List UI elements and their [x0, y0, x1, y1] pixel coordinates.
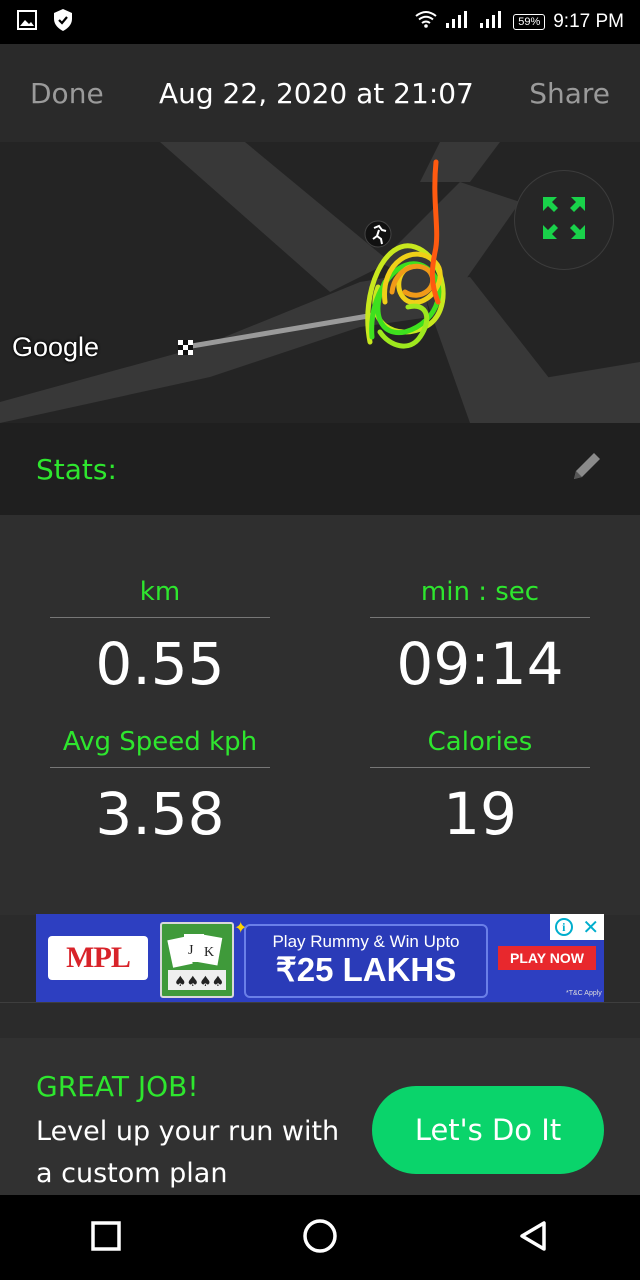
ad-line1: Play Rummy & Win Upto: [272, 932, 460, 951]
page-title: Aug 22, 2020 at 21:07: [158, 76, 474, 110]
ad-line2: ₹25 LAKHS: [275, 951, 457, 988]
wifi-icon: [415, 10, 437, 34]
ad-info-icon[interactable]: i: [554, 918, 573, 936]
home-button[interactable]: [302, 1218, 338, 1258]
avg-speed-value: 3.58: [95, 780, 225, 848]
promo-headline: GREAT JOB!: [36, 1070, 199, 1103]
svg-text:♠♠♠♠: ♠♠♠♠: [174, 974, 224, 990]
expand-icon: [541, 195, 587, 245]
avg-speed-stat: Avg Speed kph 3.58: [30, 727, 290, 848]
svg-text:J: J: [188, 943, 194, 958]
google-logo: Google: [12, 332, 100, 362]
ad-banner[interactable]: MPL J K ♠♠♠♠ ✦ Play Rummy & Win Upto ₹25…: [36, 914, 604, 1002]
stats-header: Stats:: [0, 423, 640, 515]
edit-pencil-icon[interactable]: [568, 449, 604, 489]
back-button[interactable]: [518, 1220, 550, 1256]
ad-choices-controls[interactable]: i ✕: [550, 914, 604, 940]
done-button[interactable]: Done: [30, 77, 104, 110]
share-button[interactable]: Share: [529, 77, 610, 110]
status-bar: 59% 9:17 PM: [0, 0, 640, 44]
distance-label: km: [50, 577, 270, 618]
expand-map-button[interactable]: [514, 170, 614, 270]
calories-label: Calories: [370, 727, 590, 768]
signal-icon: [445, 9, 471, 35]
ad-close-icon[interactable]: ✕: [582, 917, 599, 937]
calories-stat: Calories 19: [350, 727, 610, 848]
promo-card: GREAT JOB! Level up your run with a cust…: [0, 1038, 640, 1195]
avg-speed-label: Avg Speed kph: [50, 727, 270, 768]
lets-do-it-button[interactable]: Let's Do It: [372, 1086, 604, 1174]
distance-value: 0.55: [95, 630, 225, 698]
distance-stat: km 0.55: [30, 577, 290, 698]
time-label: min : sec: [370, 577, 590, 618]
svg-text:K: K: [204, 945, 214, 960]
cards-image: J K ♠♠♠♠: [160, 922, 234, 998]
stats-panel: km 0.55 min : sec 09:14 Avg Speed kph 3.…: [0, 515, 640, 915]
ad-terms: *T&C Apply: [566, 990, 602, 997]
top-bar: Done Aug 22, 2020 at 21:07 Share: [0, 44, 640, 142]
promo-body-line1: Level up your run with: [36, 1116, 340, 1147]
finish-flag-icon: [174, 336, 196, 358]
divider: [0, 1002, 640, 1003]
signal-icon: [479, 9, 505, 35]
promo-body-line2: a custom plan: [36, 1158, 228, 1189]
shield-icon: [52, 8, 74, 36]
runner-marker-icon: [364, 220, 392, 248]
clock: 9:17 PM: [553, 11, 624, 32]
ad-text-box: Play Rummy & Win Upto ₹25 LAKHS: [244, 924, 488, 998]
system-nav-bar: [0, 1195, 640, 1280]
battery-indicator: 59%: [513, 14, 546, 30]
time-stat: min : sec 09:14: [350, 577, 610, 698]
gallery-icon: [16, 9, 38, 35]
ad-brand-text: MPL: [66, 941, 131, 974]
ad-brand-logo: MPL: [48, 936, 148, 980]
route-map[interactable]: Google: [0, 142, 640, 423]
recents-button[interactable]: [90, 1220, 122, 1256]
calories-value: 19: [443, 780, 517, 848]
stats-heading: Stats:: [36, 452, 117, 486]
time-value: 09:14: [396, 630, 564, 698]
ad-play-now-button[interactable]: PLAY NOW: [498, 946, 596, 970]
